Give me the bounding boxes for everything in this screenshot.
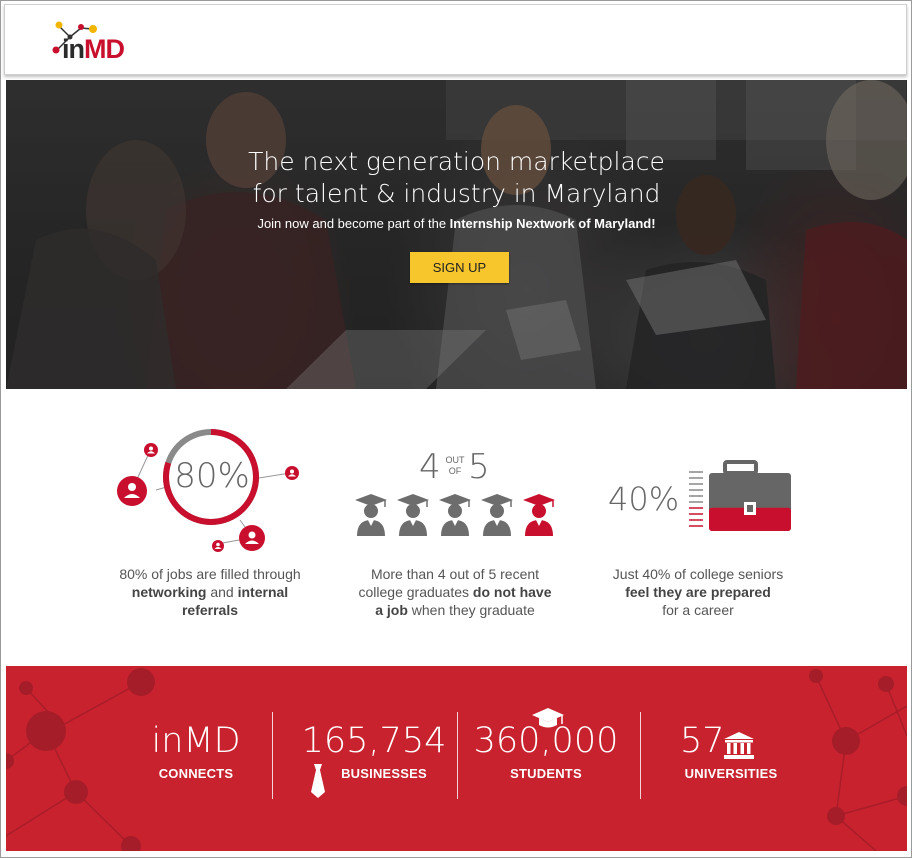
students-label: STUDENTS (510, 766, 582, 781)
seniors-percent: 40% (608, 480, 680, 518)
networking-line1: 80% of jobs are filled through (119, 566, 301, 582)
grads-no-job-bold: do not have (472, 584, 552, 600)
grads-numerator: 4 (419, 447, 441, 487)
networking-description: 80% of jobs are filled through networkin… (95, 565, 325, 619)
logo-in: in (62, 34, 85, 64)
grads-description: More than 4 out of 5 recent college grad… (340, 565, 570, 619)
grads-out: OUT (445, 455, 465, 465)
grads-of: OF (448, 466, 462, 476)
universities-label: UNIVERSITIES (684, 766, 778, 781)
logo-md: MD (84, 34, 125, 64)
stat-students: 360,000 STUDENTS (471, 666, 621, 851)
person-icon (285, 466, 299, 480)
businesses-label: BUSINESSES (341, 766, 427, 781)
graduate-icon (355, 494, 387, 536)
briefcase-gauge-icon (689, 460, 791, 531)
grads-line2: college graduates (358, 584, 473, 600)
hero-title: The next generation marketplace for tale… (6, 146, 907, 210)
networking-percent: 80% (174, 456, 250, 496)
person-icon (117, 476, 147, 506)
referrals-bold: referrals (181, 602, 239, 618)
seniors-description: Just 40% of college seniors feel they ar… (583, 565, 813, 619)
hero-subtitle-bold: Internship Nextwork of Maryland! (449, 216, 656, 231)
students-count: 360,000 (473, 721, 619, 761)
hero-title-line1: The next generation marketplace (248, 147, 665, 176)
band-divider (272, 712, 273, 799)
hero-overlay (6, 80, 907, 389)
hero-banner: The next generation marketplace for tale… (6, 80, 907, 389)
person-icon (239, 525, 265, 551)
grads-a-job-bold: a job (375, 602, 408, 618)
band-divider (457, 712, 458, 799)
stat-businesses: 165,754 BUSINESSES (289, 666, 459, 851)
stats-band: inMD CONNECTS 165,754 BUSINESSES 360,000… (6, 666, 907, 851)
site-header: inMD (4, 4, 907, 75)
grads-line3: when they graduate (407, 602, 535, 618)
university-building-icon (724, 732, 754, 759)
stat-connects: inMD CONNECTS (136, 666, 256, 851)
inmd-logo[interactable]: inMD (48, 17, 148, 65)
graduate-icon (481, 494, 513, 536)
graduate-icon (439, 494, 471, 536)
seniors-line3: for a career (662, 602, 734, 618)
grads-denominator: 5 (468, 447, 490, 487)
brand-name: inMD (151, 721, 241, 761)
stat-universities: 57 UNIVERSITIES (666, 666, 796, 851)
networking-bold: networking (131, 584, 207, 600)
seniors-bold: feel they are prepared (625, 584, 771, 600)
person-icon (144, 443, 158, 457)
person-icon (212, 540, 224, 552)
hero-subtitle: Join now and become part of the Internsh… (6, 216, 907, 231)
seniors-line1: Just 40% of college seniors (612, 566, 784, 582)
internal-bold: internal (237, 584, 289, 600)
hero-subtitle-text: Join now and become part of the (257, 216, 450, 231)
grads-line1: More than 4 out of 5 recent (370, 566, 540, 582)
graduate-icon (397, 494, 429, 536)
grads-out-of: OUT OF (444, 455, 466, 477)
connects-label: CONNECTS (158, 766, 234, 781)
logo-wordmark: inMD (62, 34, 125, 64)
graduate-icon (523, 494, 555, 536)
graduates-icons (355, 494, 555, 536)
networking-and: and (206, 584, 238, 600)
sign-up-button[interactable]: SIGN UP (410, 252, 509, 283)
businesses-count: 165,754 (301, 721, 447, 761)
band-divider (640, 712, 641, 799)
universities-count: 57 (680, 721, 725, 761)
hero-title-line2: for talent & industry in Maryland (252, 179, 661, 208)
